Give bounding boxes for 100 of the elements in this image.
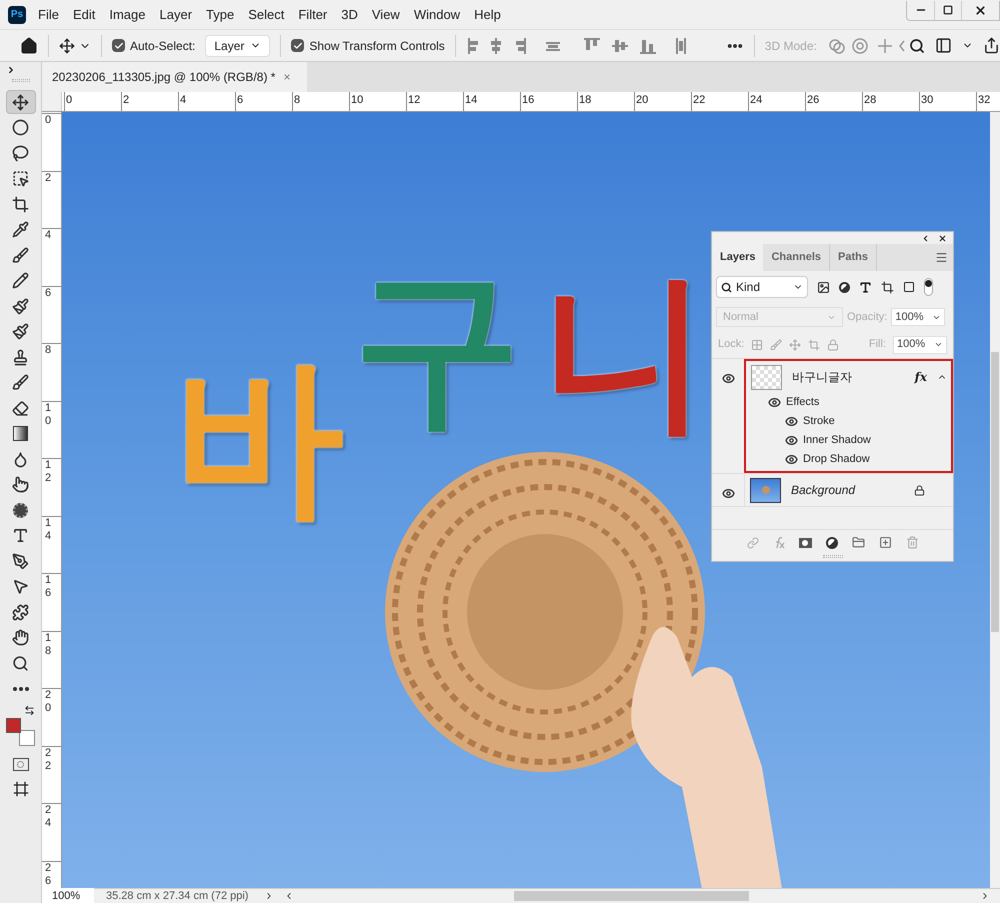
menu-item[interactable]: 3D: [341, 4, 358, 24]
menu-item[interactable]: File: [38, 4, 59, 24]
auto-select-label: Auto-Select:: [130, 38, 196, 54]
hand-icon: [12, 629, 29, 646]
home-icon[interactable]: [20, 36, 38, 54]
checker-icon[interactable]: [751, 338, 764, 350]
eyedropper-icon: [12, 221, 29, 238]
opacity-label: Opacity:: [847, 310, 888, 325]
transform-label: Show Transform Controls: [309, 38, 445, 54]
expand-icon[interactable]: [6, 65, 16, 75]
ruler-label: 14: [463, 92, 520, 111]
ruler-label: 0: [64, 92, 121, 111]
workspace-icon[interactable]: [934, 37, 952, 54]
brush-icon: [12, 374, 29, 391]
more-icon: [12, 686, 28, 690]
ruler-label: 6: [235, 92, 292, 111]
checkbox[interactable]: [291, 39, 304, 52]
menu-item[interactable]: Layer: [160, 4, 192, 24]
menu-item[interactable]: Type: [206, 4, 234, 24]
menu-item[interactable]: Filter: [298, 4, 328, 24]
tool-button[interactable]: [6, 90, 36, 114]
close-tab-button[interactable]: ×: [283, 68, 290, 86]
panel-tab[interactable]: Channels: [763, 244, 830, 271]
maximize-icon: [943, 5, 953, 15]
finger-icon: [12, 476, 29, 493]
menu-item[interactable]: View: [372, 4, 400, 24]
move-icon: [12, 94, 29, 110]
ruler-label: 22: [691, 92, 748, 111]
adjustment-icon[interactable]: [826, 536, 838, 548]
foreground-color-swatch[interactable]: [6, 718, 20, 732]
menu-item[interactable]: Select: [248, 4, 284, 24]
layer-name: 바구니글자: [792, 369, 852, 386]
eye-icon[interactable]: [768, 396, 781, 409]
eye-icon[interactable]: [785, 415, 798, 428]
ruler-label: 26: [805, 92, 862, 111]
opacity-field[interactable]: 100%: [891, 308, 946, 326]
search-icon: [721, 282, 732, 292]
ruler-label: 2: [121, 92, 178, 111]
share-icon[interactable]: [982, 37, 1000, 54]
ellipse-marquee-icon: [12, 119, 29, 136]
search-icon[interactable]: [908, 38, 925, 54]
menu-item[interactable]: Help: [474, 4, 501, 24]
eye-icon[interactable]: [785, 434, 798, 447]
type-filter-icon[interactable]: [859, 280, 872, 294]
checkbox[interactable]: [112, 39, 125, 52]
caret-icon: [934, 340, 943, 349]
image-filter-icon[interactable]: [817, 280, 830, 294]
ruler-label: 18: [577, 92, 634, 111]
effect-name: Stroke: [803, 414, 835, 430]
quick-mask-icon[interactable]: [12, 758, 28, 770]
pencil-icon: [12, 272, 29, 289]
layer-row[interactable]: 바구니글자 fx Effects Stroke Inner Shadow Drop Shadow: [744, 359, 953, 473]
canvas-letter: 구: [352, 262, 522, 432]
shape-icon: [12, 604, 29, 620]
eye-icon[interactable]: [785, 453, 798, 466]
layer-row[interactable]: Background: [744, 474, 953, 506]
mask-icon[interactable]: [798, 538, 812, 548]
menu-icon[interactable]: [935, 251, 948, 264]
panel-tab[interactable]: Paths: [830, 244, 877, 271]
type-icon: [12, 527, 29, 544]
brush-icon: [12, 246, 29, 264]
document-tab[interactable]: 20230206_113305.jpg @ 100% (RGB/8) * ×: [42, 62, 307, 92]
eraser-icon: [12, 400, 29, 416]
lasso-icon: [12, 144, 29, 162]
filter-toggle[interactable]: [924, 278, 933, 296]
document-title: 20230206_113305.jpg @ 100% (RGB/8) *: [52, 69, 276, 86]
shape-filter-icon[interactable]: [881, 280, 894, 294]
menu-item[interactable]: Image: [109, 4, 146, 24]
effects-label: Effects: [786, 395, 820, 410]
drop-icon: [12, 450, 29, 468]
eye-icon[interactable]: [722, 372, 734, 385]
panel-tab[interactable]: Layers: [712, 244, 764, 271]
folder-icon[interactable]: [852, 536, 864, 549]
eye-icon[interactable]: [722, 487, 734, 500]
adjustment-filter-icon[interactable]: [839, 282, 850, 292]
collapse-icon[interactable]: [921, 234, 930, 242]
zoom-level[interactable]: 100%: [42, 888, 94, 903]
target-dropdown[interactable]: Layer: [205, 34, 270, 56]
sponge-icon: [13, 502, 28, 518]
move-icon[interactable]: [59, 38, 75, 54]
background-color-swatch[interactable]: [18, 730, 34, 746]
swap-colors-icon[interactable]: [24, 704, 35, 716]
pen-icon: [12, 552, 29, 570]
close-icon[interactable]: [938, 234, 947, 242]
lock-label: Lock:: [718, 337, 744, 352]
gradient-icon: [13, 426, 28, 441]
smart-object-filter-icon[interactable]: [903, 281, 915, 293]
brush-icon: [12, 298, 29, 314]
menu-item[interactable]: Window: [414, 4, 460, 24]
layer-thumbnail: [751, 364, 782, 390]
fill-label: Fill:: [868, 337, 886, 352]
menu-item[interactable]: Edit: [72, 4, 96, 24]
new-layer-icon[interactable]: [878, 536, 892, 549]
ruler-label: 8: [292, 92, 349, 111]
filter-dropdown[interactable]: Kind: [716, 276, 808, 298]
screen-mode-icon[interactable]: [12, 780, 28, 796]
canvas-letter: 바: [174, 352, 344, 522]
effect-name: Drop Shadow: [803, 452, 870, 468]
fill-field[interactable]: 100%: [893, 336, 947, 354]
crop-icon: [12, 196, 29, 212]
